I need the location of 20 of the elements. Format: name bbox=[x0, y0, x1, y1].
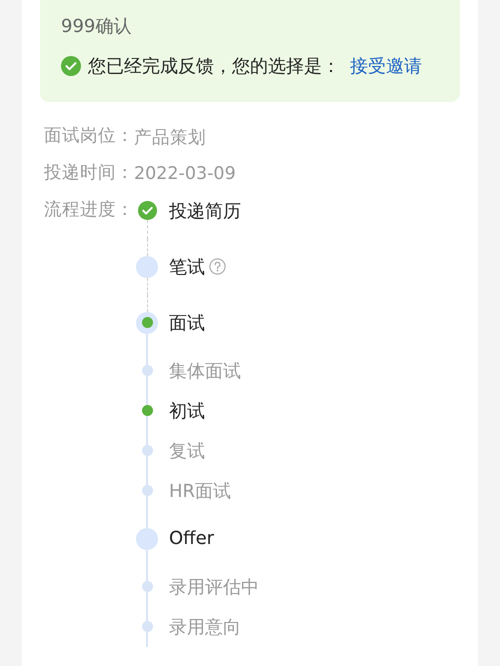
field-label: 投递时间： bbox=[44, 162, 134, 185]
field-value: 2022-03-09 bbox=[134, 164, 236, 184]
check-circle-icon bbox=[61, 56, 81, 76]
choice-link[interactable]: 接受邀请 bbox=[350, 54, 422, 78]
feedback-text: 您已经完成反馈，您的选择是： bbox=[88, 55, 340, 78]
step-label: 初试 bbox=[169, 400, 205, 422]
notice-text: 999确认 bbox=[61, 15, 132, 39]
step-label: 投递简历 bbox=[169, 200, 241, 222]
help-icon[interactable] bbox=[209, 258, 226, 275]
step-label: HR面试 bbox=[169, 480, 232, 502]
field-label: 面试岗位： bbox=[44, 125, 134, 148]
step-label: 录用评估中 bbox=[169, 576, 259, 598]
step-label: 集体面试 bbox=[169, 360, 241, 382]
step-label: 笔试 bbox=[169, 256, 205, 278]
field-value: 产品策划 bbox=[134, 126, 206, 148]
step-label: Offer bbox=[169, 528, 214, 549]
field-label: 流程进度： bbox=[44, 199, 134, 222]
step-label: 复试 bbox=[169, 440, 205, 462]
step-label: 录用意向 bbox=[169, 616, 241, 638]
step-label: 面试 bbox=[169, 312, 205, 334]
